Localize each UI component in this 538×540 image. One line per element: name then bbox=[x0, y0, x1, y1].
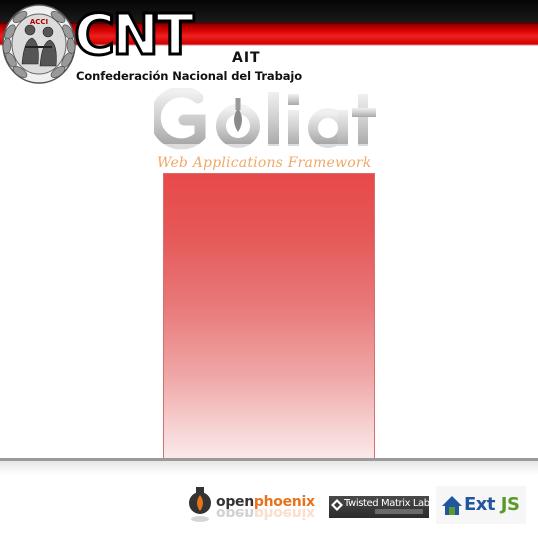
twisted-matrix-link[interactable]: Twisted Matrix Labs bbox=[329, 496, 435, 518]
extjs-js: JS bbox=[500, 494, 520, 515]
twisted-matrix-label: Twisted Matrix Labs bbox=[344, 498, 435, 509]
phoenix-bulb-icon bbox=[189, 487, 211, 522]
goliat-logo bbox=[154, 88, 384, 154]
tagline: Web Applications Framework bbox=[157, 155, 372, 171]
svg-text:ACCI: ACCI bbox=[30, 18, 48, 26]
extjs-wordmark: Ext JS bbox=[464, 494, 520, 515]
openphoenix-reflection: openphoenix bbox=[216, 509, 315, 521]
org-name: Confederación Nacional del Trabajo bbox=[76, 69, 303, 83]
cnt-emblem-icon: ACCI bbox=[2, 4, 76, 84]
diamond-icon bbox=[331, 499, 343, 511]
cnt-logo-text: CNT bbox=[74, 4, 194, 64]
logo-suffix: AIT bbox=[232, 50, 261, 66]
openphoenix-reflection-phoenix: phoenix bbox=[253, 509, 315, 521]
login-panel bbox=[163, 173, 375, 460]
twisted-matrix-subtext bbox=[375, 509, 423, 514]
site-header: ACCI CNT AIT Confederación Nacional del … bbox=[0, 0, 538, 88]
openphoenix-open: open bbox=[216, 494, 254, 510]
openphoenix-link[interactable]: openphoenix openphoenix bbox=[186, 487, 315, 525]
openphoenix-phoenix: phoenix bbox=[253, 494, 315, 510]
openphoenix-reflection-open: open bbox=[216, 509, 254, 521]
cnt-logo: CNT bbox=[73, 4, 199, 64]
extjs-house-icon bbox=[442, 496, 462, 515]
openphoenix-wordmark: openphoenix bbox=[216, 494, 315, 510]
extjs-link[interactable]: Ext JS bbox=[436, 486, 526, 524]
extjs-ext: Ext bbox=[464, 494, 496, 515]
footer-shadow bbox=[0, 461, 538, 475]
